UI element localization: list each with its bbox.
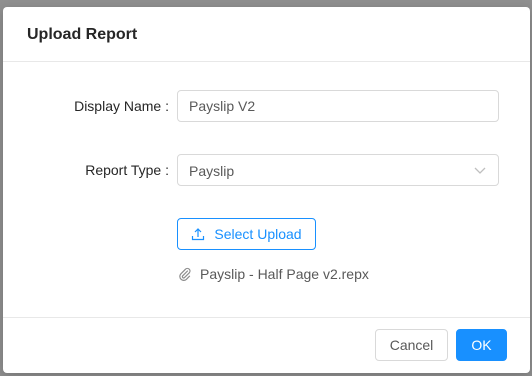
display-name-input[interactable]: [177, 90, 499, 122]
cancel-button[interactable]: Cancel: [375, 329, 448, 361]
report-type-selected-value: Payslip: [189, 163, 235, 179]
dialog-footer: Cancel OK: [3, 317, 530, 373]
select-upload-button[interactable]: Select Upload: [177, 218, 316, 250]
chevron-down-icon: [474, 167, 486, 174]
select-upload-label: Select Upload: [214, 226, 302, 242]
dialog-header: Upload Report: [3, 7, 530, 62]
report-type-select[interactable]: Payslip: [177, 154, 499, 186]
upload-report-dialog: Upload Report Display Name : Report Type…: [3, 7, 530, 373]
report-type-label: Report Type :: [85, 162, 169, 178]
uploaded-file-name: Payslip - Half Page v2.repx: [200, 266, 369, 282]
display-name-label: Display Name :: [74, 98, 169, 114]
dialog-title: Upload Report: [27, 26, 138, 43]
ok-button[interactable]: OK: [456, 329, 507, 361]
paperclip-icon: [179, 267, 191, 281]
upload-icon: [192, 228, 205, 241]
uploaded-file-item[interactable]: Payslip - Half Page v2.repx: [179, 264, 369, 284]
